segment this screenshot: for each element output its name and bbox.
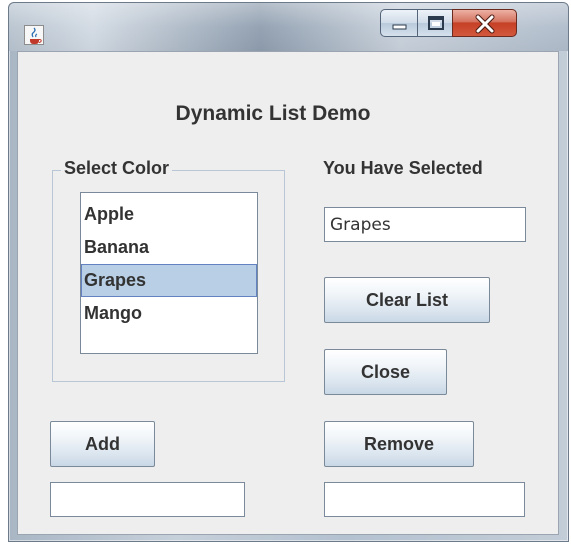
app-window: Dynamic List Demo Select Color Apple Ban… bbox=[8, 2, 569, 542]
title-bar[interactable] bbox=[9, 3, 568, 51]
minimize-icon bbox=[392, 24, 407, 30]
close-window-button[interactable] bbox=[452, 9, 517, 37]
selected-label: You Have Selected bbox=[323, 158, 483, 178]
maximize-button[interactable] bbox=[417, 9, 453, 37]
group-title: Select Color bbox=[61, 158, 173, 179]
list-item[interactable]: Apple bbox=[81, 198, 257, 231]
maximize-icon bbox=[428, 16, 444, 30]
close-button[interactable]: Close bbox=[324, 349, 447, 395]
list-item[interactable]: Mango bbox=[81, 297, 257, 330]
add-input[interactable] bbox=[50, 482, 245, 517]
close-icon bbox=[475, 14, 495, 34]
page-title: Dynamic List Demo bbox=[175, 102, 371, 125]
list-item-selected[interactable]: Grapes bbox=[81, 264, 257, 297]
remove-button[interactable]: Remove bbox=[324, 421, 474, 467]
minimize-button[interactable] bbox=[380, 9, 418, 37]
list-item[interactable]: Banana bbox=[81, 231, 257, 264]
fruit-list[interactable]: Apple Banana Grapes Mango bbox=[80, 192, 258, 354]
selected-value-field[interactable] bbox=[324, 207, 526, 242]
add-button[interactable]: Add bbox=[50, 421, 155, 467]
remove-input[interactable] bbox=[324, 482, 525, 517]
content-panel: Dynamic List Demo Select Color Apple Ban… bbox=[17, 51, 559, 535]
java-cup-icon[interactable] bbox=[24, 25, 44, 45]
clear-list-button[interactable]: Clear List bbox=[324, 277, 490, 323]
